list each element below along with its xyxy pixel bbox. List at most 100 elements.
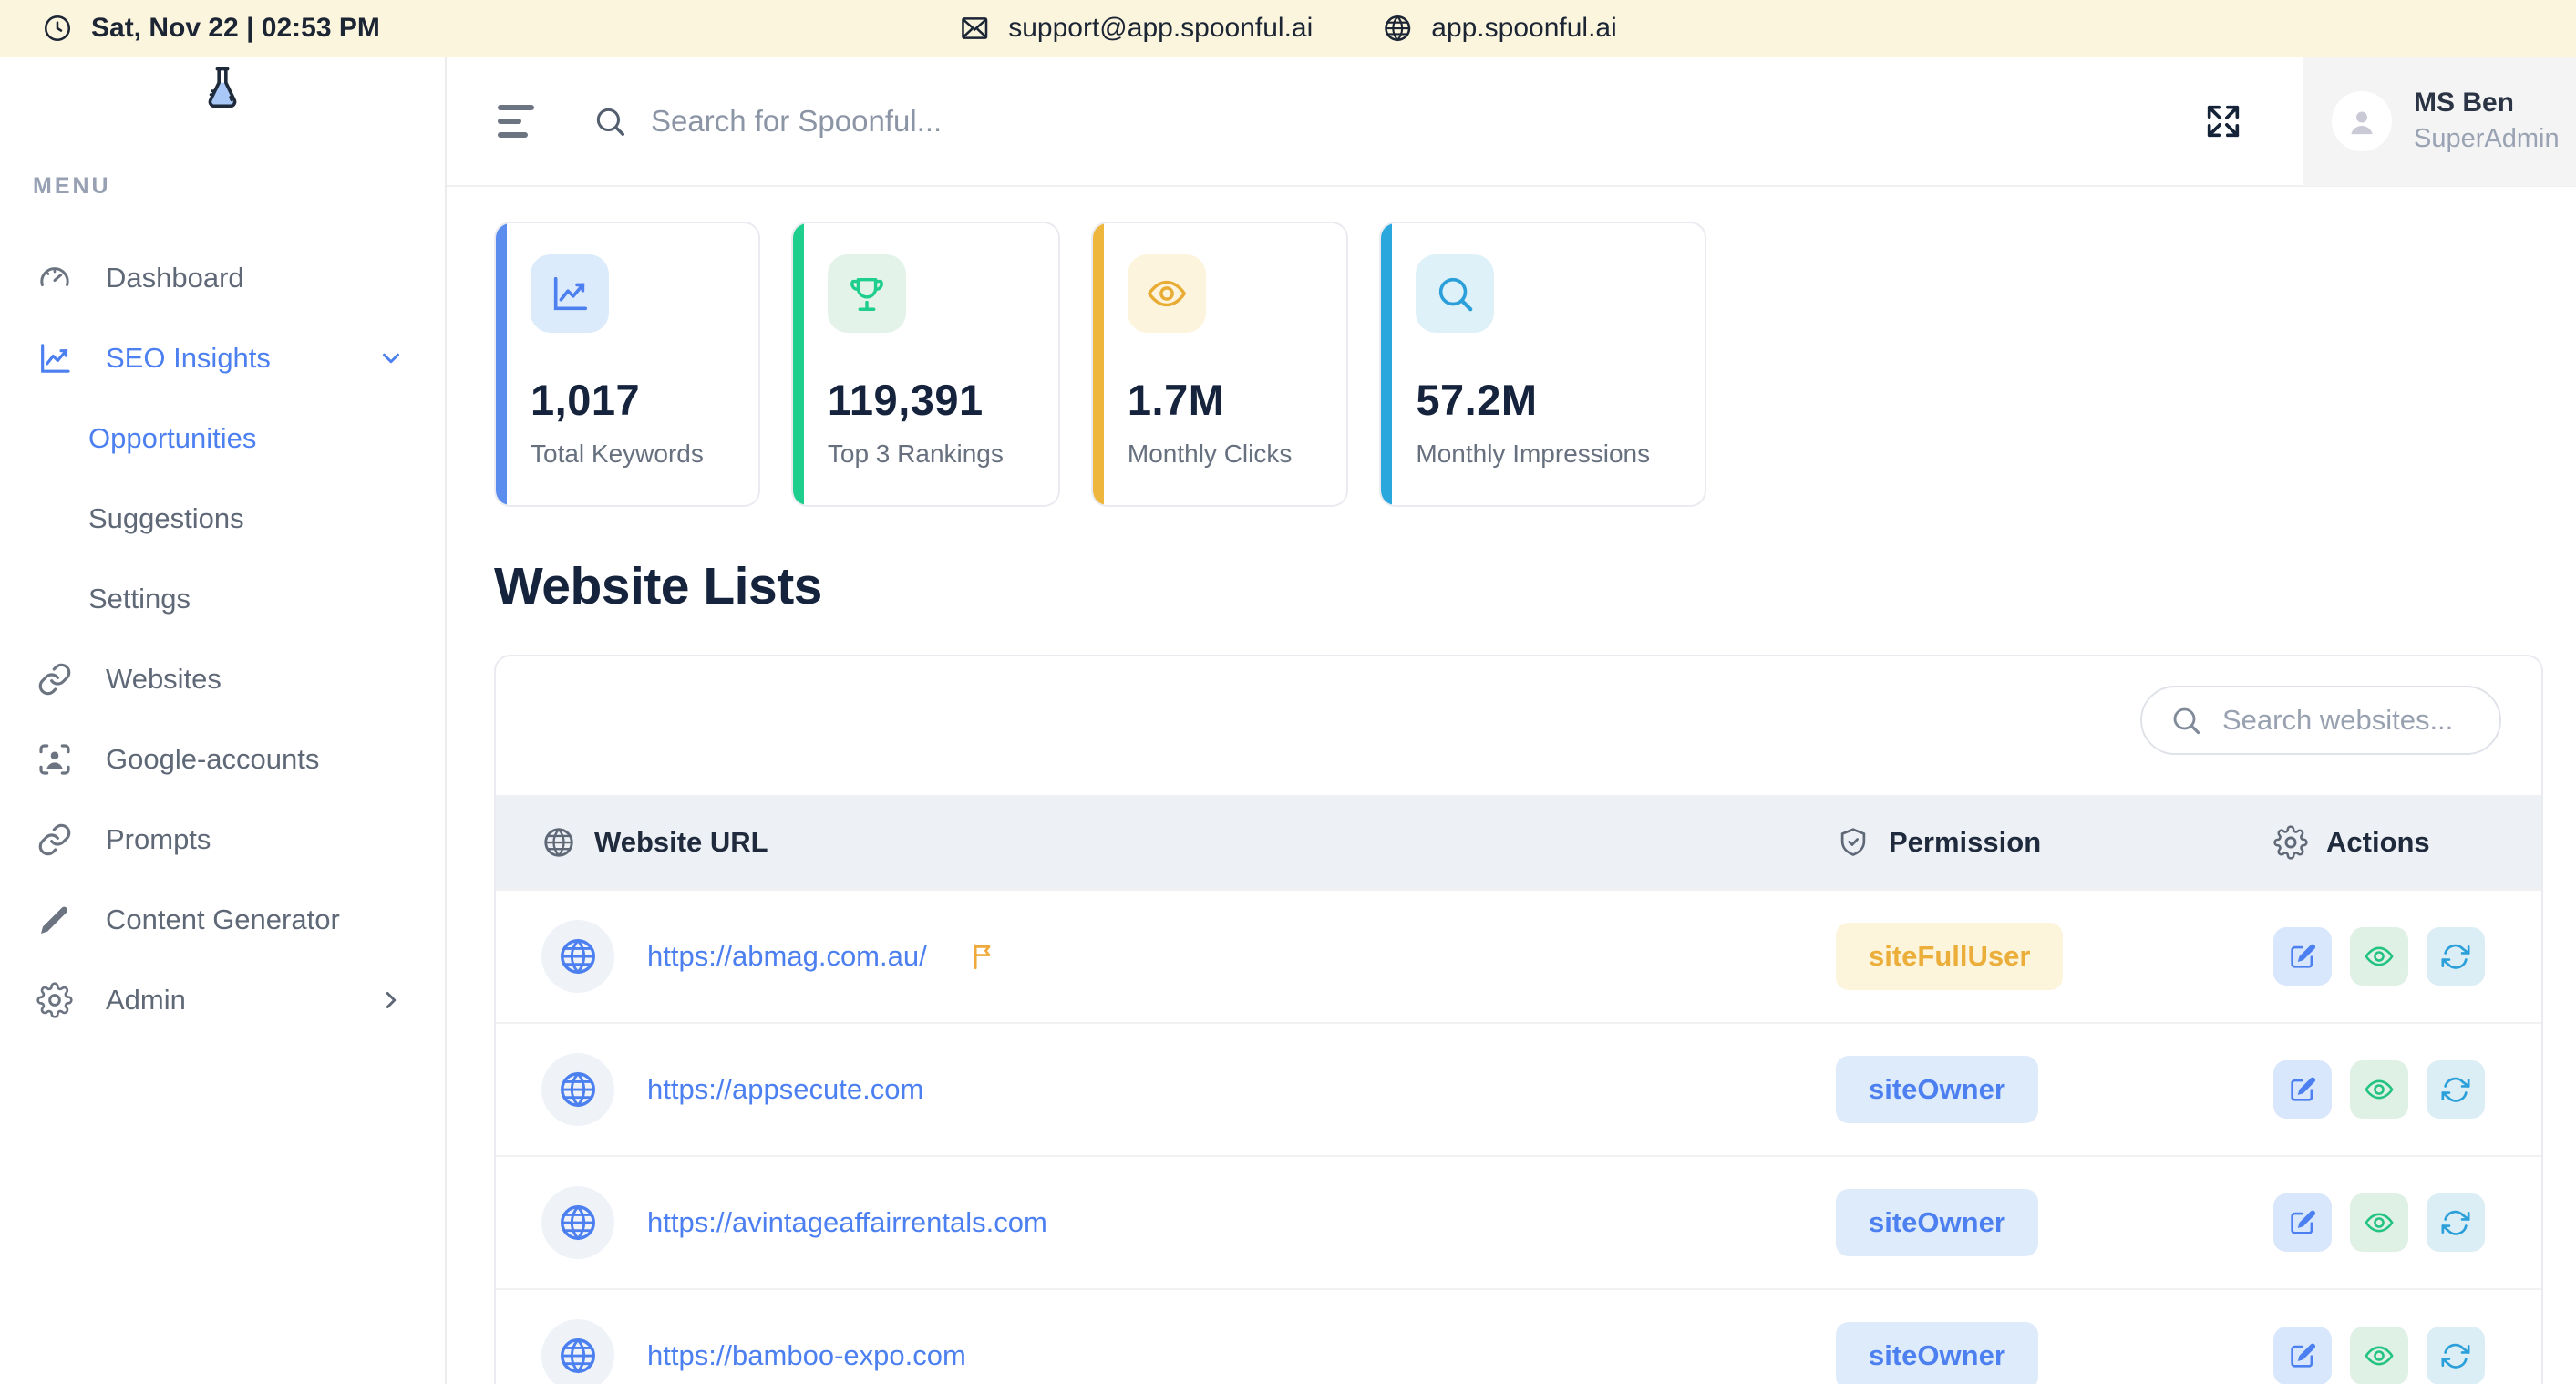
view-button[interactable] (2350, 1193, 2408, 1252)
table-row: https://avintageaffairrentals.com siteOw… (496, 1155, 2541, 1288)
support-email[interactable]: support@app.spoonful.ai (959, 13, 1313, 44)
website-url-link[interactable]: https://bamboo-expo.com (647, 1339, 966, 1372)
gear-icon (36, 982, 73, 1018)
permission-badge: siteOwner (1836, 1322, 2038, 1384)
sidebar-item-label: Google-accounts (106, 743, 319, 776)
stat-value: 119,391 (828, 375, 1004, 425)
permission-badge: siteFullUser (1836, 923, 2063, 990)
view-button[interactable] (2350, 927, 2408, 986)
sidebar-item-opportunities[interactable]: Opportunities (0, 398, 445, 479)
clock-icon (42, 13, 73, 44)
user-menu[interactable]: MS Ben SuperAdmin (2303, 56, 2576, 186)
app-logo[interactable] (0, 64, 445, 113)
sidebar-nav: Dashboard SEO Insights Opportunities Sug… (0, 238, 445, 1040)
globe-icon (1382, 13, 1413, 44)
sync-button[interactable] (2427, 1193, 2485, 1252)
top-info-bar: Sat, Nov 22 | 02:53 PM support@app.spoon… (0, 0, 2576, 57)
person-icon (2344, 103, 2380, 139)
sidebar-item-label: Settings (88, 583, 191, 615)
stat-label: Monthly Impressions (1416, 439, 1650, 469)
sidebar-item-label: Opportunities (88, 422, 256, 455)
edit-button[interactable] (2273, 927, 2332, 986)
global-search-input[interactable] (651, 104, 1289, 139)
stat-card-total-keywords: 1,017 Total Keywords (494, 222, 760, 507)
sidebar-item-label: Prompts (106, 823, 211, 856)
page-title: Website Lists (494, 556, 2543, 616)
globe-icon (541, 825, 576, 860)
globe-icon (541, 920, 614, 993)
stat-label: Top 3 Rankings (828, 439, 1004, 469)
sidebar-item-dashboard[interactable]: Dashboard (0, 238, 445, 318)
column-header-website-url: Website URL (541, 825, 1836, 860)
sidebar-item-seo-insights[interactable]: SEO Insights (0, 318, 445, 398)
website-url-link[interactable]: https://abmag.com.au/ (647, 940, 927, 973)
website-table-card: Website URL Permission Actions (494, 655, 2543, 1384)
link-icon (36, 661, 73, 697)
table-row: https://appsecute.com siteOwner (496, 1022, 2541, 1155)
support-email-text: support@app.spoonful.ai (1008, 13, 1313, 44)
site-domain[interactable]: app.spoonful.ai (1382, 13, 1617, 44)
sidebar-item-label: Websites (106, 663, 222, 696)
menu-toggle-button[interactable] (498, 105, 534, 138)
trophy-icon (828, 254, 906, 333)
search-icon (1416, 254, 1494, 333)
flask-logo-icon (198, 64, 247, 113)
website-url-link[interactable]: https://avintageaffairrentals.com (647, 1206, 1047, 1239)
chart-line-icon (36, 340, 73, 377)
search-icon (592, 104, 627, 139)
view-button[interactable] (2350, 1327, 2408, 1384)
chart-line-icon (531, 254, 609, 333)
edit-button[interactable] (2273, 1327, 2332, 1384)
sidebar-item-label: Admin (106, 984, 186, 1017)
permission-badge: siteOwner (1836, 1189, 2038, 1256)
sidebar-item-admin[interactable]: Admin (0, 960, 445, 1040)
app-header: MS Ben SuperAdmin (447, 57, 2576, 187)
sidebar-item-label: SEO Insights (106, 342, 271, 375)
view-button[interactable] (2350, 1060, 2408, 1119)
gauge-icon (36, 260, 73, 296)
stat-value: 1.7M (1128, 375, 1292, 425)
sidebar-item-label: Content Generator (106, 904, 340, 936)
stat-card-monthly-impressions: 57.2M Monthly Impressions (1379, 222, 1706, 507)
sidebar-item-label: Suggestions (88, 502, 244, 535)
sync-button[interactable] (2427, 927, 2485, 986)
eye-icon (1128, 254, 1206, 333)
stat-label: Monthly Clicks (1128, 439, 1292, 469)
sync-button[interactable] (2427, 1060, 2485, 1119)
table-row: https://bamboo-expo.com siteOwner (496, 1288, 2541, 1384)
sidebar-item-websites[interactable]: Websites (0, 639, 445, 719)
sidebar-item-prompts[interactable]: Prompts (0, 800, 445, 880)
sync-button[interactable] (2427, 1327, 2485, 1384)
fullscreen-icon[interactable] (2202, 100, 2244, 142)
edit-button[interactable] (2273, 1193, 2332, 1252)
website-search (2140, 686, 2501, 755)
permission-badge: siteOwner (1836, 1056, 2038, 1123)
global-search (592, 104, 2202, 139)
site-domain-text: app.spoonful.ai (1431, 13, 1617, 44)
column-label: Website URL (594, 826, 768, 859)
sidebar-item-content-generator[interactable]: Content Generator (0, 880, 445, 960)
stat-value: 1,017 (531, 375, 704, 425)
user-name: MS Ben (2414, 88, 2560, 119)
shield-check-icon (1836, 825, 1870, 860)
sidebar-item-label: Dashboard (106, 262, 244, 294)
sidebar-item-settings[interactable]: Settings (0, 559, 445, 639)
link-icon (36, 821, 73, 858)
sidebar-item-suggestions[interactable]: Suggestions (0, 479, 445, 559)
edit-button[interactable] (2273, 1060, 2332, 1119)
flag-icon[interactable] (967, 941, 998, 972)
column-label: Actions (2326, 826, 2430, 859)
globe-icon (541, 1053, 614, 1126)
page-content: 1,017 Total Keywords 119,391 Top 3 Ranki… (447, 187, 2576, 1384)
website-url-link[interactable]: https://appsecute.com (647, 1073, 923, 1106)
user-role: SuperAdmin (2414, 124, 2560, 154)
gear-icon (2273, 825, 2308, 860)
chevron-down-icon (377, 345, 405, 372)
mail-icon (959, 13, 990, 44)
user-frame-icon (36, 741, 73, 778)
website-search-input[interactable] (2222, 704, 2472, 737)
stat-card-top3-rankings: 119,391 Top 3 Rankings (791, 222, 1060, 507)
globe-icon (541, 1319, 614, 1384)
sidebar-item-google-accounts[interactable]: Google-accounts (0, 719, 445, 800)
datetime-group: Sat, Nov 22 | 02:53 PM (42, 13, 380, 44)
